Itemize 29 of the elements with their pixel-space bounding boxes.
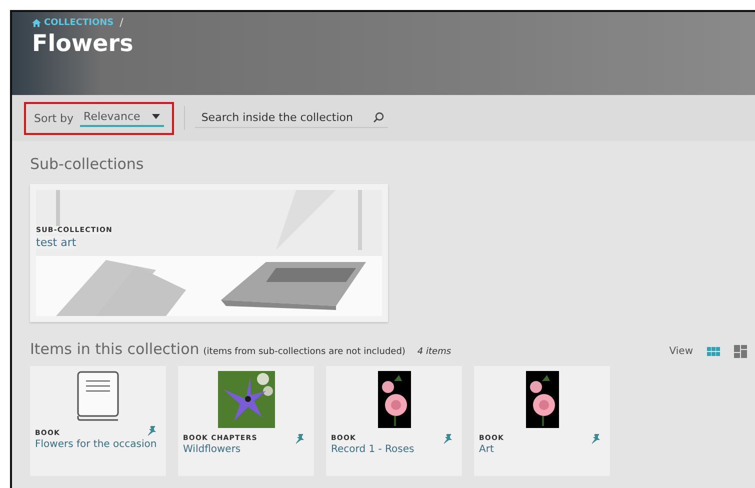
card-title-link[interactable]: test art <box>36 236 76 249</box>
card-title-link[interactable]: Record 1 - Roses <box>331 444 414 455</box>
card-title-link[interactable]: Art <box>479 444 494 455</box>
sort-dropdown[interactable]: Relevance <box>80 110 164 126</box>
home-icon <box>32 18 41 26</box>
search-icon[interactable] <box>373 112 384 123</box>
rose-photo <box>378 371 410 428</box>
search-field[interactable]: Search inside the collection <box>195 108 388 128</box>
rose-photo <box>526 371 558 428</box>
section-heading: Items in this collection <box>30 340 200 358</box>
section-heading: Sub-collections <box>30 155 145 173</box>
flower-photo <box>218 371 274 428</box>
view-label: View <box>669 346 693 357</box>
item-count: 4 items <box>417 347 452 357</box>
section-note: (items from sub-collections are not included) <box>203 347 406 357</box>
breadcrumb-separator: / <box>120 16 124 29</box>
collection-title: Flowers <box>32 31 134 57</box>
sort-label: Sort by <box>34 112 74 124</box>
book-icon <box>76 371 120 421</box>
mosaic-view-icon[interactable] <box>734 345 747 358</box>
card-title-link[interactable]: Flowers for the occasion <box>35 439 157 450</box>
pin-icon[interactable] <box>295 434 304 444</box>
collections-link[interactable]: COLLECTIONS <box>32 18 114 28</box>
pin-icon[interactable] <box>147 426 156 436</box>
card-title-link[interactable]: Wildflowers <box>183 444 241 455</box>
caret-icon <box>152 114 160 118</box>
pin-icon[interactable] <box>591 434 600 444</box>
grid-view-icon[interactable] <box>707 346 720 356</box>
pin-icon[interactable] <box>443 434 452 444</box>
